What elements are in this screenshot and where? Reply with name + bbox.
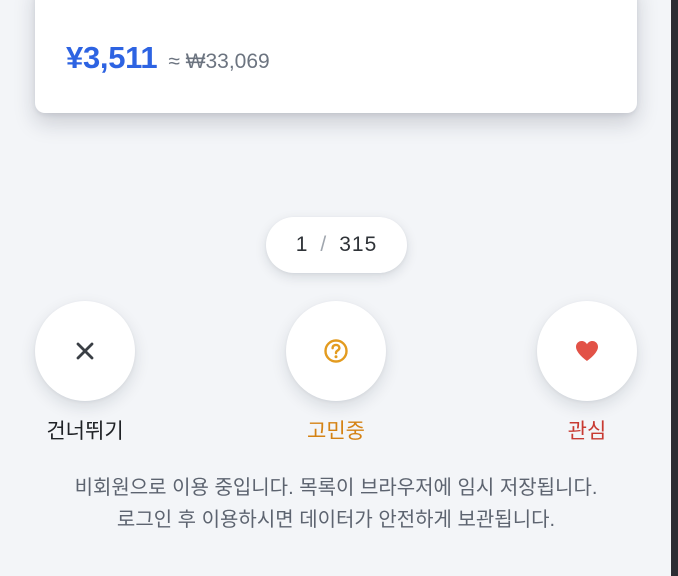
guest-notice-line-2: 로그인 후 이용하시면 데이터가 안전하게 보관됩니다. [116,509,556,531]
current-index: 1 [295,233,308,256]
like-button[interactable] [537,301,637,401]
counter-separator: / [320,233,327,256]
price-row: ¥3,511 ≈ ₩33,069 [66,40,270,76]
considering-label: 고민중 [307,420,365,443]
guest-notice: 비회원으로 이용 중입니다. 목록이 브라우저에 임시 저장됩니다. 로그인 후… [0,472,672,536]
like-label: 관심 [567,420,607,443]
close-icon [76,342,94,360]
price-cny: ¥3,511 [66,40,158,75]
product-card: ¥3,511 ≈ ₩33,069 [35,0,637,113]
question-circle-icon [324,339,348,363]
considering-button[interactable] [286,301,386,401]
total-count: 315 [339,233,378,256]
skip-button[interactable] [35,301,135,401]
page-counter: 1 / 315 [266,217,407,273]
skip-label: 건너뛰기 [46,420,124,443]
heart-icon [576,341,598,361]
window-edge [671,0,678,576]
price-krw-approx: ≈ ₩33,069 [168,50,270,73]
guest-notice-line-1: 비회원으로 이용 중입니다. 목록이 브라우저에 임시 저장됩니다. [74,477,598,499]
